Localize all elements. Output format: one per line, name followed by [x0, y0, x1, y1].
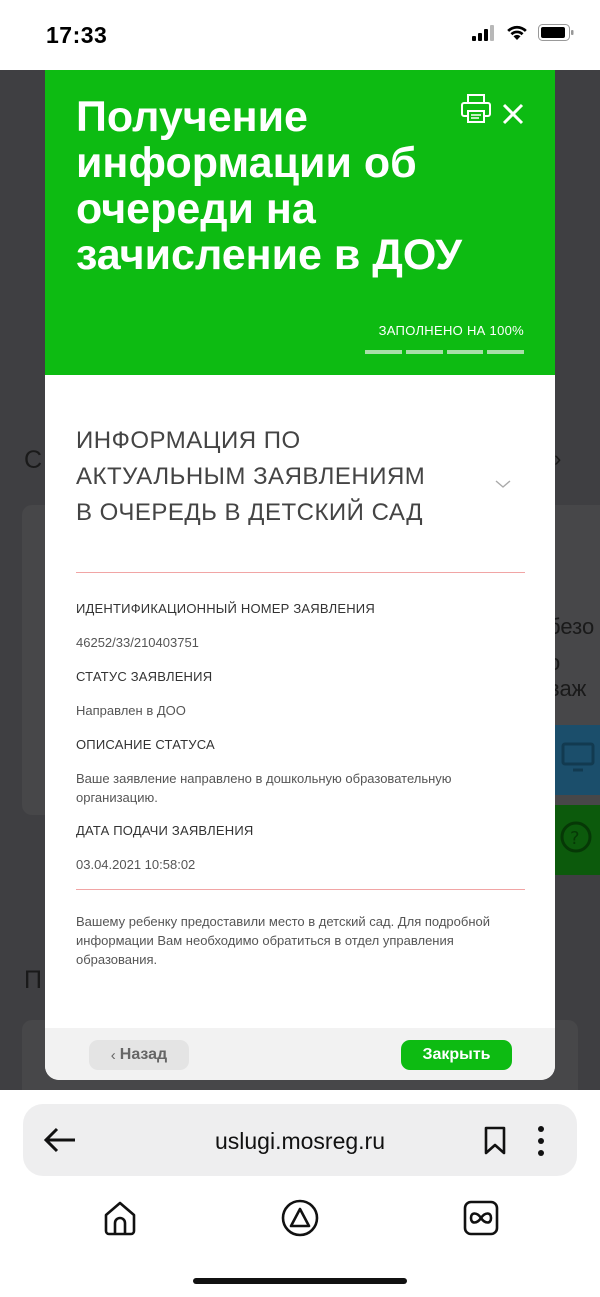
- background-text: о важ: [548, 650, 587, 701]
- progress-segment: [446, 350, 484, 354]
- progress-label: ЗАПОЛНЕНО НА 100%: [378, 323, 524, 338]
- bookmark-icon[interactable]: [483, 1126, 507, 1156]
- back-button[interactable]: ‹ Назад: [89, 1040, 189, 1070]
- browser-toolbar: uslugi.mosreg.ru: [0, 1090, 600, 1297]
- home-icon[interactable]: [100, 1198, 140, 1238]
- field-value: 03.04.2021 10:58:02: [76, 857, 196, 872]
- section-accordion[interactable]: ИНФОРМАЦИЯ ПО АКТУАЛЬНЫМ ЗАЯВЛЕНИЯМ В ОЧ…: [76, 423, 525, 573]
- field-value: Ваше заявление направлено в дошкольную о…: [76, 771, 452, 805]
- close-icon[interactable]: [499, 100, 527, 128]
- field-submission-date: ДАТА ПОДАЧИ ЗАЯВЛЕНИЯ 03.04.2021 10:58:0…: [76, 823, 525, 874]
- battery-icon: [538, 24, 574, 41]
- background-text: П: [24, 966, 42, 994]
- field-status: СТАТУС ЗАЯВЛЕНИЯ Направлен в ДОО: [76, 669, 525, 720]
- field-application-id: ИДЕНТИФИКАЦИОННЫЙ НОМЕР ЗАЯВЛЕНИЯ 46252/…: [76, 601, 525, 652]
- divider: [76, 889, 525, 890]
- chevron-left-icon: ‹: [110, 1046, 116, 1064]
- chevron-down-icon: [495, 480, 511, 488]
- browser-nav: [0, 1198, 600, 1242]
- close-button[interactable]: Закрыть: [401, 1040, 512, 1070]
- background-monitor-tile: [552, 725, 600, 795]
- printer-icon[interactable]: [459, 92, 493, 126]
- field-value: Направлен в ДОО: [76, 703, 186, 718]
- back-button-label: Назад: [119, 1046, 168, 1063]
- field-label: ДАТА ПОДАЧИ ЗАЯВЛЕНИЯ: [76, 823, 254, 838]
- field-label: ОПИСАНИЕ СТАТУСА: [76, 737, 215, 752]
- field-value: 46252/33/210403751: [76, 635, 199, 650]
- service-modal: Получение информации об очереди на зачис…: [45, 70, 555, 1080]
- alice-icon[interactable]: [280, 1198, 320, 1238]
- svg-text:?: ?: [570, 828, 580, 849]
- background-arrow: ›: [554, 446, 562, 471]
- modal-body: ИНФОРМАЦИЯ ПО АКТУАЛЬНЫМ ЗАЯВЛЕНИЯМ В ОЧ…: [45, 375, 555, 1025]
- status-time: 17:33: [46, 22, 108, 48]
- monitor-icon: [561, 742, 595, 772]
- progress-bar: [365, 350, 524, 354]
- more-vertical-icon[interactable]: [534, 1124, 548, 1158]
- background-help-tile: ?: [552, 805, 600, 875]
- address-bar[interactable]: uslugi.mosreg.ru: [23, 1104, 577, 1176]
- progress-segment: [365, 350, 402, 354]
- field-status-description: ОПИСАНИЕ СТАТУСА Ваше заявление направле…: [76, 737, 525, 807]
- tabs-icon[interactable]: [461, 1198, 501, 1238]
- status-bar: 17:33: [0, 0, 600, 70]
- progress-segment: [487, 350, 524, 354]
- modal-title: Получение информации об очереди на зачис…: [76, 93, 463, 279]
- status-icons: [472, 24, 574, 41]
- wifi-icon: [507, 25, 527, 40]
- modal-header: Получение информации об очереди на зачис…: [45, 70, 555, 375]
- result-note: Вашему ребенку предоставили место в детс…: [76, 914, 490, 967]
- progress-segment: [405, 350, 443, 354]
- modal-footer: ‹ Назад Закрыть: [45, 1028, 555, 1080]
- signal-icon: [472, 24, 494, 41]
- section-title: ИНФОРМАЦИЯ ПО АКТУАЛЬНЫМ ЗАЯВЛЕНИЯМ В ОЧ…: [76, 427, 426, 526]
- help-chat-icon: ?: [560, 821, 592, 853]
- field-label: ИДЕНТИФИКАЦИОННЫЙ НОМЕР ЗАЯВЛЕНИЯ: [76, 601, 375, 616]
- background-text: С: [24, 446, 43, 474]
- field-label: СТАТУС ЗАЯВЛЕНИЯ: [76, 669, 213, 684]
- home-indicator: [193, 1278, 407, 1284]
